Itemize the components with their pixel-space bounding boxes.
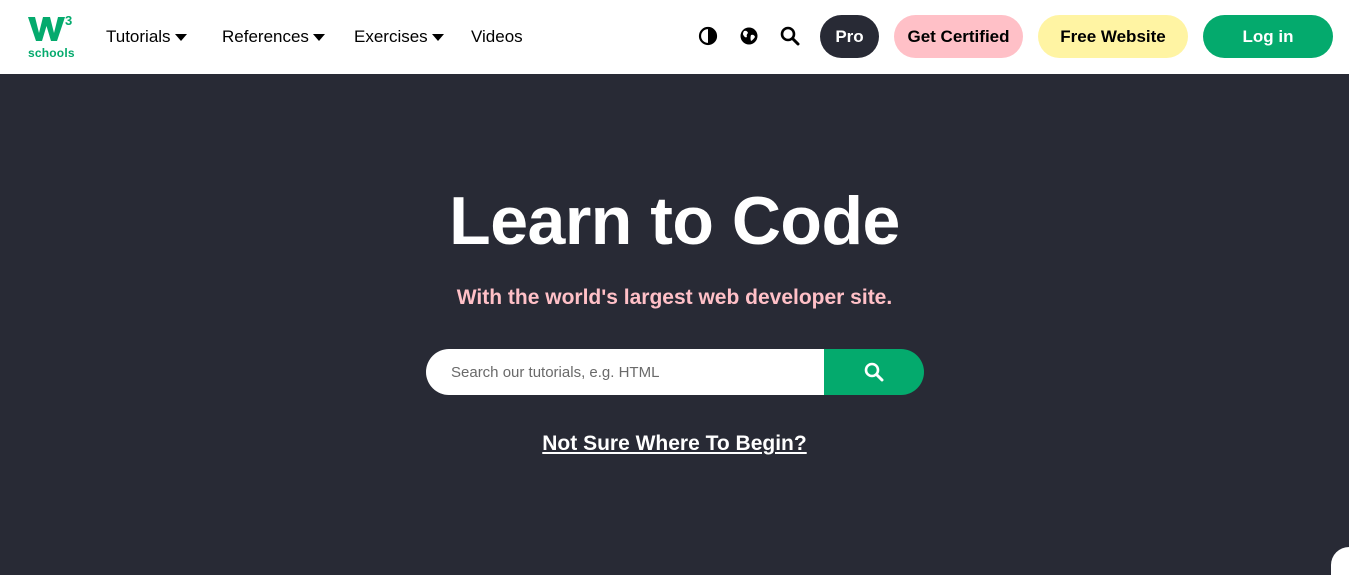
logo-superscript: 3 xyxy=(65,13,73,28)
caret-down-icon xyxy=(431,33,444,41)
tutorial-search-submit-button[interactable] xyxy=(824,349,924,395)
nav-exercises[interactable]: Exercises xyxy=(354,24,444,50)
hero-subtitle: With the world's largest web developer s… xyxy=(456,286,893,309)
caret-down-icon xyxy=(174,33,187,41)
nav-exercises-label: Exercises xyxy=(354,27,428,46)
w3-logo-mark-icon xyxy=(28,17,65,41)
not-sure-where-to-begin-link-row: Not Sure Where To Begin? xyxy=(0,430,1349,458)
contrast-icon xyxy=(698,26,718,46)
search-icon xyxy=(780,26,800,46)
tutorial-search-input[interactable] xyxy=(426,349,824,395)
decorative-corner-curve xyxy=(1331,547,1349,575)
hero-title: Learn to Code xyxy=(449,183,900,259)
globe-icon xyxy=(740,27,758,45)
logo-wordmark: schools xyxy=(28,46,75,60)
pro-button[interactable]: Pro xyxy=(820,15,879,58)
nav-references[interactable]: References xyxy=(222,24,325,50)
not-sure-where-to-begin-link[interactable]: Not Sure Where To Begin? xyxy=(542,432,806,455)
nav-tutorials[interactable]: Tutorials xyxy=(106,24,187,50)
contrast-toggle-button[interactable] xyxy=(697,25,719,47)
w3schools-logo[interactable]: 3 schools xyxy=(27,14,77,62)
tutorial-search-bar xyxy=(426,349,924,395)
get-certified-button[interactable]: Get Certified xyxy=(894,15,1023,58)
caret-down-icon xyxy=(312,33,325,41)
free-website-button[interactable]: Free Website xyxy=(1038,15,1188,58)
nav-videos[interactable]: Videos xyxy=(471,24,523,50)
login-button[interactable]: Log in xyxy=(1203,15,1333,58)
language-button[interactable] xyxy=(738,25,760,47)
search-icon xyxy=(864,362,884,382)
nav-references-label: References xyxy=(222,27,309,46)
top-navigation-bar: 3 schools Tutorials References Exercises… xyxy=(0,0,1349,74)
search-button[interactable] xyxy=(779,25,801,47)
nav-tutorials-label: Tutorials xyxy=(106,27,171,46)
nav-videos-label: Videos xyxy=(471,27,523,46)
